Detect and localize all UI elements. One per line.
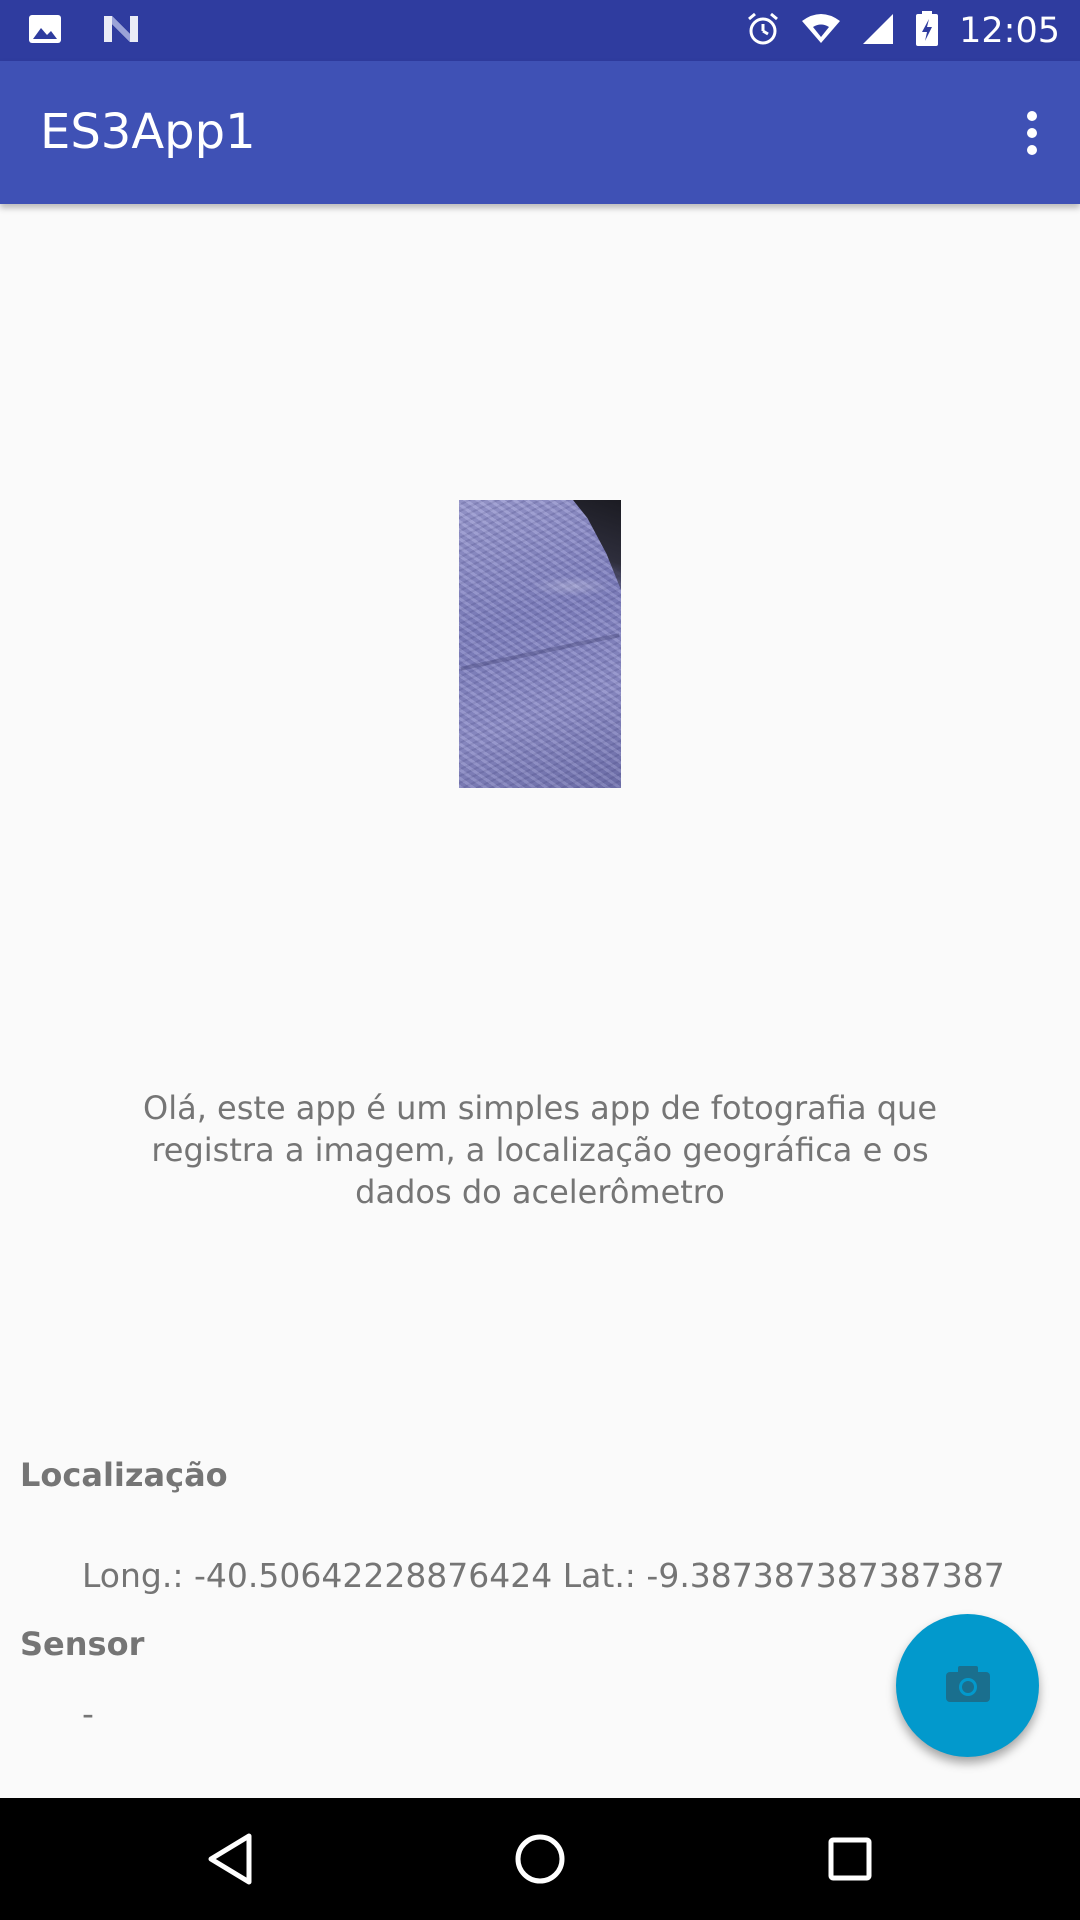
more-vert-icon[interactable] (1002, 97, 1062, 169)
home-icon[interactable] (480, 1798, 600, 1920)
wifi-icon (801, 13, 841, 49)
app-bar: ES3App1 (0, 61, 1080, 204)
captured-photo (459, 500, 621, 788)
camera-icon (945, 1665, 991, 1707)
navigation-bar (0, 1798, 1080, 1920)
recents-icon[interactable] (790, 1798, 910, 1920)
battery-charging-icon (915, 10, 939, 51)
screen: 12:05 ES3App1 Olá, este app é um simples… (0, 0, 1080, 1920)
status-time: 12:05 (959, 10, 1060, 51)
signal-icon (861, 12, 895, 50)
location-label: Localização (20, 1456, 228, 1494)
image-icon (28, 14, 62, 48)
back-icon[interactable] (170, 1798, 290, 1920)
sensor-label: Sensor (20, 1625, 145, 1663)
intro-text: Olá, este app é um simples app de fotogr… (143, 1089, 937, 1211)
alarm-icon (745, 11, 781, 51)
status-bar: 12:05 (0, 0, 1080, 61)
n-logo-icon (102, 14, 140, 48)
location-value: Long.: -40.50642228876424 Lat.: -9.38738… (82, 1556, 1005, 1595)
sensor-value: - (82, 1694, 94, 1733)
camera-button[interactable] (896, 1614, 1039, 1757)
app-title: ES3App1 (40, 104, 256, 160)
